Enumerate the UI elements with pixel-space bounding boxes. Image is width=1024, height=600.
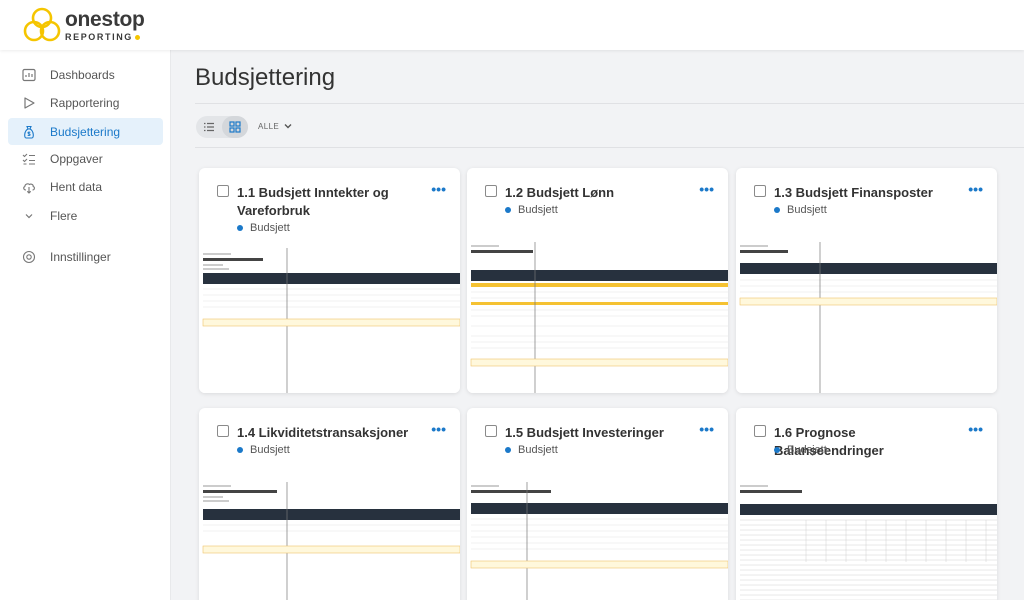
budget-card[interactable]: 1.5 Budsjett Investeringer ••• Budsjett [467, 408, 728, 600]
list-view-icon [204, 122, 214, 132]
status-badge: Budsjett [237, 222, 290, 234]
more-options-icon[interactable]: ••• [699, 421, 714, 437]
divider [195, 147, 1024, 148]
sidebar-item-label: Budsjettering [50, 124, 121, 139]
status-label: Budsjett [518, 204, 558, 216]
status-badge: Budsjett [505, 204, 558, 216]
logo-wordmark: onestop [65, 7, 145, 31]
grid-view-icon [229, 121, 241, 133]
money-bag-icon [22, 125, 36, 139]
report-thumbnail [736, 242, 997, 393]
top-bar: onestop REPORTING [0, 0, 1024, 50]
status-badge: Budsjett [774, 444, 827, 456]
sidebar-item-flere[interactable]: Flere [8, 202, 163, 229]
onestop-logo[interactable]: onestop REPORTING [22, 6, 145, 44]
status-badge: Budsjett [505, 444, 558, 456]
gear-icon [22, 250, 36, 264]
cloud-download-icon [22, 180, 36, 194]
status-dot-icon [774, 207, 780, 213]
card-title[interactable]: 1.4 Likviditetstransaksjoner [237, 424, 427, 442]
report-thumbnail [199, 482, 460, 600]
budget-card[interactable]: 1.6 Prognose Balanseendringer ••• Budsje… [736, 408, 997, 600]
sidebar-item-label: Hent data [50, 179, 103, 194]
card-checkbox[interactable] [217, 425, 229, 437]
view-toggle [196, 116, 248, 138]
checklist-icon [22, 152, 36, 166]
sidebar-item-label: Oppgaver [50, 151, 103, 166]
filter-label: ALLE [258, 121, 280, 131]
status-dot-icon [237, 447, 243, 453]
card-title[interactable]: 1.2 Budsjett Lønn [505, 184, 695, 202]
more-options-icon[interactable]: ••• [431, 421, 446, 437]
report-thumbnail [467, 482, 728, 600]
sidebar-item-label: Innstillinger [50, 249, 111, 264]
status-badge: Budsjett [237, 444, 290, 456]
budget-card[interactable]: 1.1 Budsjett Inntekter og Vareforbruk ••… [199, 168, 460, 393]
grid-view-button[interactable] [222, 116, 248, 138]
logo-dot [134, 34, 140, 40]
filter-dropdown[interactable]: ALLE [258, 121, 293, 131]
status-badge: Budsjett [774, 204, 827, 216]
more-options-icon[interactable]: ••• [699, 181, 714, 197]
more-options-icon[interactable]: ••• [431, 181, 446, 197]
list-view-button[interactable] [196, 116, 222, 138]
sidebar-item-label: Rapportering [50, 95, 120, 110]
status-label: Budsjett [250, 222, 290, 234]
report-thumbnail [467, 242, 728, 393]
status-label: Budsjett [787, 204, 827, 216]
dashboard-icon [22, 68, 36, 82]
sidebar-item-label: Flere [50, 208, 78, 223]
card-checkbox[interactable] [485, 185, 497, 197]
chevron-down-icon [22, 209, 36, 223]
chevron-down-icon [284, 124, 292, 129]
status-label: Budsjett [518, 444, 558, 456]
sidebar-item-rapportering[interactable]: Rapportering [8, 89, 163, 116]
card-checkbox[interactable] [485, 425, 497, 437]
divider [195, 103, 1024, 104]
status-dot-icon [505, 207, 511, 213]
play-icon [22, 96, 36, 110]
sidebar-item-hent-data[interactable]: Hent data [8, 173, 163, 200]
budget-card[interactable]: 1.3 Budsjett Finansposter ••• Budsjett [736, 168, 997, 393]
card-title[interactable]: 1.3 Budsjett Finansposter [774, 184, 964, 202]
sidebar-item-innstillinger[interactable]: Innstillinger [8, 243, 163, 270]
card-checkbox[interactable] [217, 185, 229, 197]
sidebar: Dashboards Rapportering Budsjettering Op… [0, 50, 171, 600]
logo-rings-icon [23, 7, 61, 42]
sidebar-item-label: Dashboards [50, 67, 115, 82]
more-options-icon[interactable]: ••• [968, 421, 983, 437]
status-dot-icon [237, 225, 243, 231]
budget-card[interactable]: 1.4 Likviditetstransaksjoner ••• Budsjet… [199, 408, 460, 600]
status-dot-icon [774, 447, 780, 453]
logo-subtitle: REPORTING [65, 31, 133, 42]
card-checkbox[interactable] [754, 425, 766, 437]
sidebar-item-budsjettering[interactable]: Budsjettering [8, 118, 163, 145]
sidebar-item-oppgaver[interactable]: Oppgaver [8, 145, 163, 172]
status-dot-icon [505, 447, 511, 453]
card-title[interactable]: 1.5 Budsjett Investeringer [505, 424, 695, 442]
card-title[interactable]: 1.1 Budsjett Inntekter og Vareforbruk [237, 184, 427, 220]
report-thumbnail [199, 248, 460, 393]
card-checkbox[interactable] [754, 185, 766, 197]
more-options-icon[interactable]: ••• [968, 181, 983, 197]
report-thumbnail [736, 482, 997, 600]
status-label: Budsjett [787, 444, 827, 456]
status-label: Budsjett [250, 444, 290, 456]
budget-card[interactable]: 1.2 Budsjett Lønn ••• Budsjett [467, 168, 728, 393]
page-title: Budsjettering [195, 64, 336, 91]
sidebar-item-dashboards[interactable]: Dashboards [8, 61, 163, 88]
